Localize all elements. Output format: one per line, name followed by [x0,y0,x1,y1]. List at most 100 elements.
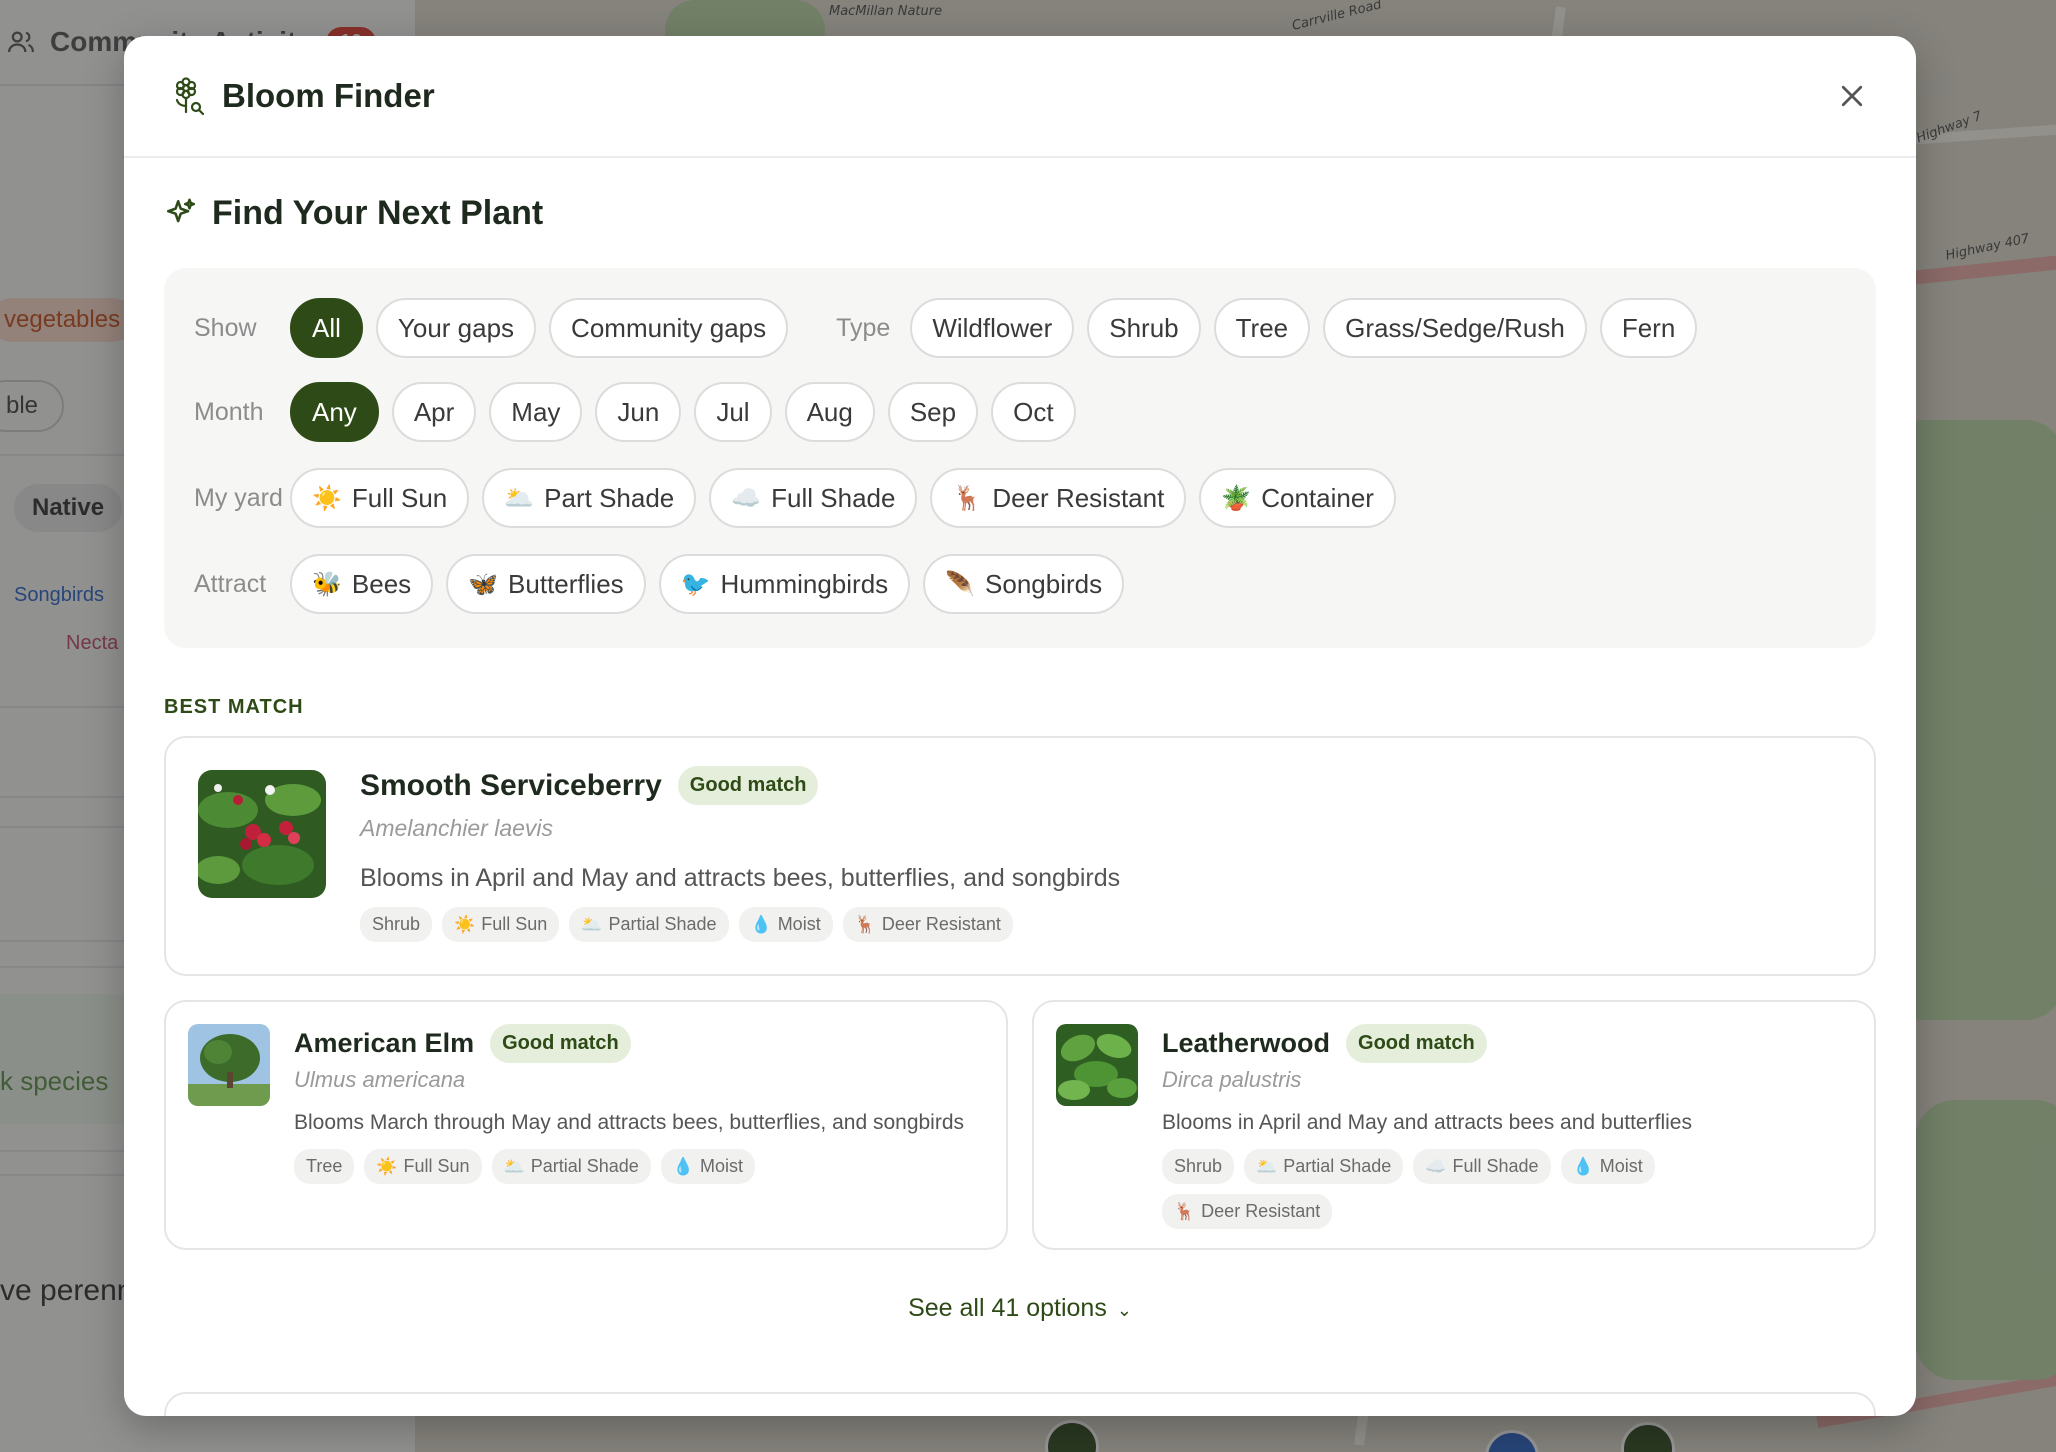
deer-icon: 🦌 [854,915,876,935]
sun-icon: ☀️ [376,1157,398,1177]
filter-chip-month-apr[interactable]: Apr [391,382,477,442]
filter-chip-grass-sedge-rush[interactable]: Grass/Sedge/Rush [1323,298,1587,358]
cloud-icon: ☁️ [731,484,762,512]
filter-chip-fern[interactable]: Fern [1599,298,1698,358]
filter-chip-bees[interactable]: 🐝 Bees [290,554,434,614]
filter-panel: Show All Your gaps Community gaps Type W… [164,268,1876,648]
feather-icon: 🪶 [945,570,976,598]
filter-row-yard: My yard ☀️ Full Sun 🌥️ Part Shade ☁️ Full S… [194,468,1409,528]
best-match-label: BEST MATCH [164,696,304,718]
chip-label: Butterflies [508,568,624,599]
chip-label: Full Sun [351,482,448,513]
filter-label-type: Type [836,313,891,342]
filter-chip-full-sun[interactable]: ☀️ Full Sun [290,468,470,528]
part-shade-icon: 🌥️ [1256,1157,1278,1177]
chip-label: Deer Resistant [992,482,1165,513]
close-button[interactable] [1828,72,1876,120]
filter-chip-tree[interactable]: Tree [1213,298,1311,358]
filter-chip-your-gaps[interactable]: Your gaps [375,298,537,358]
plant-tags: Shrub ☀️ Full Sun 🌥️ Partial Shade 💧 Moist … [360,907,1844,942]
filter-chip-songbirds[interactable]: 🪶 Songbirds [923,554,1125,614]
flower-icon [175,77,205,116]
bee-icon: 🐝 [312,570,342,598]
bloom-finder-modal: Bloom Finder Find Your Next Plant Show A… [124,36,1916,1416]
filter-chip-month-any[interactable]: Any [290,382,379,442]
plant-card-leatherwood[interactable]: Leatherwood Good match Dirca palustris B… [1032,1000,1876,1250]
filter-label-attract: Attract [194,569,267,598]
match-badge: Good match [1346,1024,1487,1063]
plant-description: Blooms March through May and attracts be… [294,1111,965,1134]
plant-description: Blooms in April and May and attracts bee… [1162,1111,1692,1134]
plant-name: American Elm [294,1028,475,1058]
tag-full-shade: ☁️ Full Shade [1413,1149,1551,1184]
see-all-label: See all 41 options [908,1294,1107,1322]
chip-label: Part Shade [544,482,675,513]
filter-chip-community-gaps[interactable]: Community gaps [549,298,789,358]
deer-icon: 🦌 [1174,1202,1196,1222]
plant-photo [188,1024,270,1106]
tag-full-sun: ☀️ Full Sun [364,1149,482,1184]
part-shade-icon: 🌥️ [503,1157,525,1177]
droplet-icon: 💧 [672,1157,694,1177]
filter-chip-container[interactable]: 🪴 Container [1199,468,1396,528]
plant-description: Blooms in April and May and attracts bee… [360,864,1121,892]
tag-moist: 💧 Moist [660,1149,755,1184]
filter-label-yard: My yard [194,483,283,512]
filter-chip-month-sep[interactable]: Sep [887,382,979,442]
modal-header: Bloom Finder [124,36,1916,158]
tag-partial-shade: 🌥️ Partial Shade [569,907,729,942]
plant-name: Smooth Serviceberry [360,768,662,802]
part-shade-icon: 🌥️ [504,484,535,512]
cloud-icon: ☁️ [1425,1157,1447,1177]
plant-info: American Elm Good match Ulmus americana … [294,1024,982,1184]
scientific-name: Dirca palustris [1162,1067,1302,1092]
filter-chip-month-jun[interactable]: Jun [595,382,682,442]
plant-tags: Tree ☀️ Full Sun 🌥️ Partial Shade 💧 Moist [294,1149,982,1184]
droplet-icon: 💧 [750,915,772,935]
chip-label: Songbirds [985,568,1103,599]
plant-info: Smooth Serviceberry Good match Amelanchi… [360,766,1844,942]
filter-chip-deer-resistant[interactable]: 🦌 Deer Resistant [930,468,1187,528]
tag-type: Tree [294,1149,355,1184]
chevron-down-icon: ⌄ [1116,1300,1132,1320]
chip-label: Hummingbirds [720,568,889,599]
part-shade-icon: 🌥️ [581,915,603,935]
filter-chip-full-shade[interactable]: ☁️ Full Shade [709,468,918,528]
tag-full-sun: ☀️ Full Sun [442,907,560,942]
scientific-name: Ulmus americana [294,1067,466,1092]
tag-type: Shrub [360,907,433,942]
modal-title: Bloom Finder [222,77,435,114]
filter-chip-butterflies[interactable]: 🦋 Butterflies [446,554,646,614]
plant-info: Leatherwood Good match Dirca palustris B… [1162,1024,1850,1229]
tag-moist: 💧 Moist [738,907,833,942]
sparkle-icon [166,198,196,222]
scientific-name: Amelanchier laevis [360,815,554,841]
filter-chip-month-jul[interactable]: Jul [694,382,772,442]
butterfly-icon: 🦋 [468,570,499,598]
match-badge: Good match [490,1024,631,1063]
section-title: Find Your Next Plant [212,194,544,232]
deer-icon: 🦌 [952,484,983,512]
chip-label: Container [1261,482,1374,513]
plant-card-smooth-serviceberry[interactable]: Smooth Serviceberry Good match Amelanchi… [164,736,1876,976]
tag-partial-shade: 🌥️ Partial Shade [1244,1149,1404,1184]
potted-plant-icon: 🪴 [1221,484,1252,512]
filter-chip-all[interactable]: All [290,298,363,358]
plant-name: Leatherwood [1162,1028,1331,1058]
droplet-icon: 💧 [1572,1157,1594,1177]
filter-row-attract: Attract 🐝 Bees 🦋 Butterflies 🐦 Hummingbirds… [194,554,1137,614]
filter-chip-wildflower[interactable]: Wildflower [910,298,1075,358]
see-all-options-button[interactable]: See all 41 options ⌄ [124,1294,1916,1323]
plant-tags: Shrub 🌥️ Partial Shade ☁️ Full Shade 💧 Mois… [1162,1149,1702,1229]
filter-chip-month-oct[interactable]: Oct [991,382,1076,442]
filter-chip-month-aug[interactable]: Aug [784,382,875,442]
filter-chip-hummingbirds[interactable]: 🐦 Hummingbirds [658,554,911,614]
filter-chip-part-shade[interactable]: 🌥️ Part Shade [482,468,697,528]
plant-card-american-elm[interactable]: American Elm Good match Ulmus americana … [164,1000,1008,1250]
match-badge: Good match [677,766,819,805]
chip-label: Bees [351,568,412,599]
sun-icon: ☀️ [312,484,342,512]
section-header: Find Your Next Plant [164,194,1916,233]
filter-chip-shrub[interactable]: Shrub [1087,298,1201,358]
filter-chip-month-may[interactable]: May [489,382,583,442]
